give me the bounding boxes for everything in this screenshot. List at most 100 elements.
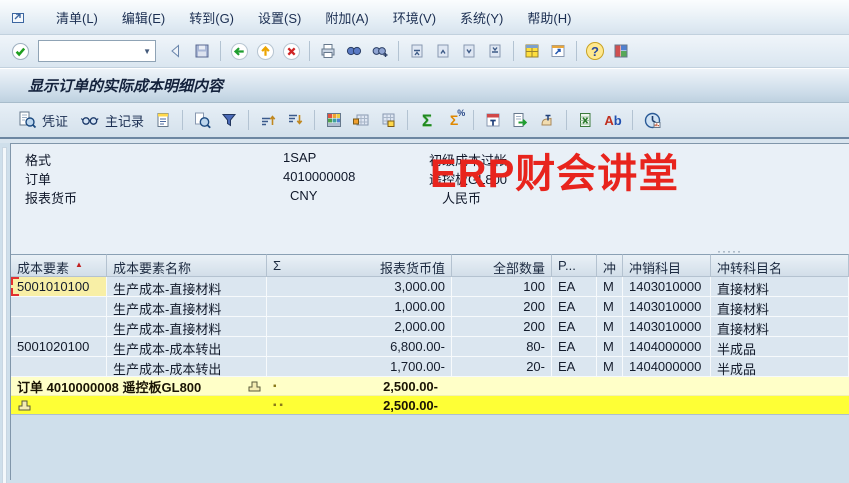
sum-icon[interactable]: Σ — [415, 108, 439, 132]
cell-value[interactable]: 3,000.00 — [267, 277, 452, 297]
cell-offset-account[interactable]: 1403010000 — [623, 297, 711, 317]
cell-offset-type[interactable]: M — [597, 337, 623, 357]
command-field[interactable] — [39, 42, 139, 60]
cell-cost-element[interactable] — [11, 357, 107, 377]
customize-layout-icon[interactable] — [609, 39, 633, 63]
menu-item-environment[interactable]: 环境(V) — [381, 4, 448, 31]
cell-offset-account[interactable]: 1403010000 — [623, 277, 711, 297]
grid-detail-icon[interactable] — [376, 108, 400, 132]
last-page-icon[interactable] — [483, 39, 507, 63]
table-row[interactable]: 5001010100 生产成本-直接材料 3,000.00 100 EA M 1… — [11, 277, 849, 297]
column-header-report-currency-value[interactable]: Σ 报表货币值 — [267, 254, 452, 277]
back-triangle-icon[interactable] — [164, 39, 188, 63]
menu-item-help[interactable]: 帮助(H) — [515, 4, 583, 31]
previous-page-icon[interactable] — [431, 39, 455, 63]
excel-icon[interactable] — [574, 108, 598, 132]
master-record-button[interactable]: 主记录 — [75, 107, 148, 133]
back-icon[interactable] — [227, 39, 251, 63]
detail-icon[interactable] — [151, 108, 175, 132]
cell-cost-element[interactable] — [11, 297, 107, 317]
cell-quantity[interactable]: 100 — [452, 277, 552, 297]
menu-item-edit[interactable]: 编辑(E) — [110, 4, 177, 31]
filter-icon[interactable] — [217, 108, 241, 132]
first-page-icon[interactable] — [405, 39, 429, 63]
cell-offset-account-name[interactable]: 直接材料 — [711, 317, 849, 337]
cell-quantity[interactable]: 200 — [452, 297, 552, 317]
sum-level-icon[interactable] — [17, 398, 31, 412]
cell-cost-element-name[interactable]: 生产成本-直接材料 — [107, 277, 267, 297]
find-next-icon[interactable] — [368, 39, 392, 63]
word-processing-icon[interactable] — [535, 108, 559, 132]
help-icon[interactable]: ? — [583, 39, 607, 63]
cell-quantity[interactable]: 20- — [452, 357, 552, 377]
cell-quantity[interactable]: 200 — [452, 317, 552, 337]
menu-item-settings[interactable]: 设置(S) — [246, 4, 313, 31]
cell-offset-type[interactable]: M — [597, 277, 623, 297]
export-icon[interactable] — [508, 108, 532, 132]
menu-item-extras[interactable]: 附加(A) — [313, 4, 380, 31]
alv-grid-icon[interactable] — [322, 108, 346, 132]
column-grip-dots[interactable]: ····· — [717, 244, 742, 258]
cell-offset-account-name[interactable]: 半成品 — [711, 357, 849, 377]
column-header-offset-account[interactable]: 冲销科目 — [623, 254, 711, 277]
cancel-icon[interactable] — [279, 39, 303, 63]
cell-offset-account-name[interactable]: 直接材料 — [711, 297, 849, 317]
cell-offset-account[interactable]: 1404000000 — [623, 337, 711, 357]
print-icon[interactable] — [316, 39, 340, 63]
next-page-icon[interactable] — [457, 39, 481, 63]
sum-level-icon[interactable] — [247, 379, 261, 393]
enter-button[interactable] — [8, 39, 32, 63]
column-header-offset-type[interactable]: 冲 — [597, 254, 623, 277]
cell-unit[interactable]: EA — [552, 277, 597, 297]
table-row[interactable]: 生产成本-直接材料 2,000.00 200 EA M 1403010000 直… — [11, 317, 849, 337]
table-row[interactable]: 生产成本-成本转出 1,700.00- 20- EA M 1404000000 … — [11, 357, 849, 377]
column-header-unit[interactable]: P... — [552, 254, 597, 277]
table-row[interactable]: 生产成本-直接材料 1,000.00 200 EA M 1403010000 直… — [11, 297, 849, 317]
cell-value[interactable]: 2,000.00 — [267, 317, 452, 337]
column-header-cost-element[interactable]: 成本要素 ▲ — [11, 254, 107, 277]
cell-value[interactable]: 6,800.00- — [267, 337, 452, 357]
new-session-icon[interactable] — [520, 39, 544, 63]
column-header-total-quantity[interactable]: 全部数量 — [452, 254, 552, 277]
cell-cost-element-name[interactable]: 生产成本-成本转出 — [107, 337, 267, 357]
exit-icon[interactable] — [253, 39, 277, 63]
column-settings-icon[interactable] — [481, 108, 505, 132]
cell-unit[interactable]: EA — [552, 337, 597, 357]
cell-offset-account[interactable]: 1404000000 — [623, 357, 711, 377]
translate-icon[interactable]: Ab — [601, 108, 625, 132]
menu-item-system[interactable]: 系统(Y) — [448, 4, 515, 31]
menu-item-list[interactable]: 清单(L) — [44, 4, 110, 31]
save-icon[interactable] — [190, 39, 214, 63]
column-header-cost-element-name[interactable]: 成本要素名称 — [107, 254, 267, 277]
cell-cost-element[interactable] — [11, 317, 107, 337]
cell-offset-type[interactable]: M — [597, 357, 623, 377]
cell-cost-element-name[interactable]: 生产成本-直接材料 — [107, 297, 267, 317]
grid-insert-column-icon[interactable] — [349, 108, 373, 132]
cell-offset-account-name[interactable]: 半成品 — [711, 337, 849, 357]
cell-value[interactable]: 1,000.00 — [267, 297, 452, 317]
cell-cost-element[interactable]: 5001010100 — [11, 277, 107, 297]
cell-cost-element-name[interactable]: 生产成本-直接材料 — [107, 317, 267, 337]
create-shortcut-icon[interactable] — [546, 39, 570, 63]
cell-offset-type[interactable]: M — [597, 317, 623, 337]
sort-ascending-icon[interactable] — [256, 108, 280, 132]
cell-quantity[interactable]: 80- — [452, 337, 552, 357]
cell-cost-element-name[interactable]: 生产成本-成本转出 — [107, 357, 267, 377]
subtotal-row[interactable]: 订单 4010000008 遥控板GL800 ▪ 2,500.00- — [11, 377, 849, 396]
document-button[interactable]: 凭证 — [12, 107, 72, 133]
sort-descending-icon[interactable] — [283, 108, 307, 132]
table-row[interactable]: 5001020100 生产成本-成本转出 6,800.00- 80- EA M … — [11, 337, 849, 357]
menu-item-goto[interactable]: 转到(G) — [177, 4, 246, 31]
cell-offset-type[interactable]: M — [597, 297, 623, 317]
subtotal-icon[interactable]: Σ% — [442, 108, 466, 132]
search-icon[interactable] — [190, 108, 214, 132]
info-graphic-icon[interactable] — [640, 108, 664, 132]
cell-unit[interactable]: EA — [552, 317, 597, 337]
cell-offset-account[interactable]: 1403010000 — [623, 317, 711, 337]
cell-offset-account-name[interactable]: 直接材料 — [711, 277, 849, 297]
find-icon[interactable] — [342, 39, 366, 63]
cell-unit[interactable]: EA — [552, 357, 597, 377]
cell-cost-element[interactable]: 5001020100 — [11, 337, 107, 357]
command-dropdown-icon[interactable]: ▼ — [139, 47, 155, 56]
grand-total-row[interactable]: ▪ ▪ 2,500.00- — [11, 396, 849, 415]
